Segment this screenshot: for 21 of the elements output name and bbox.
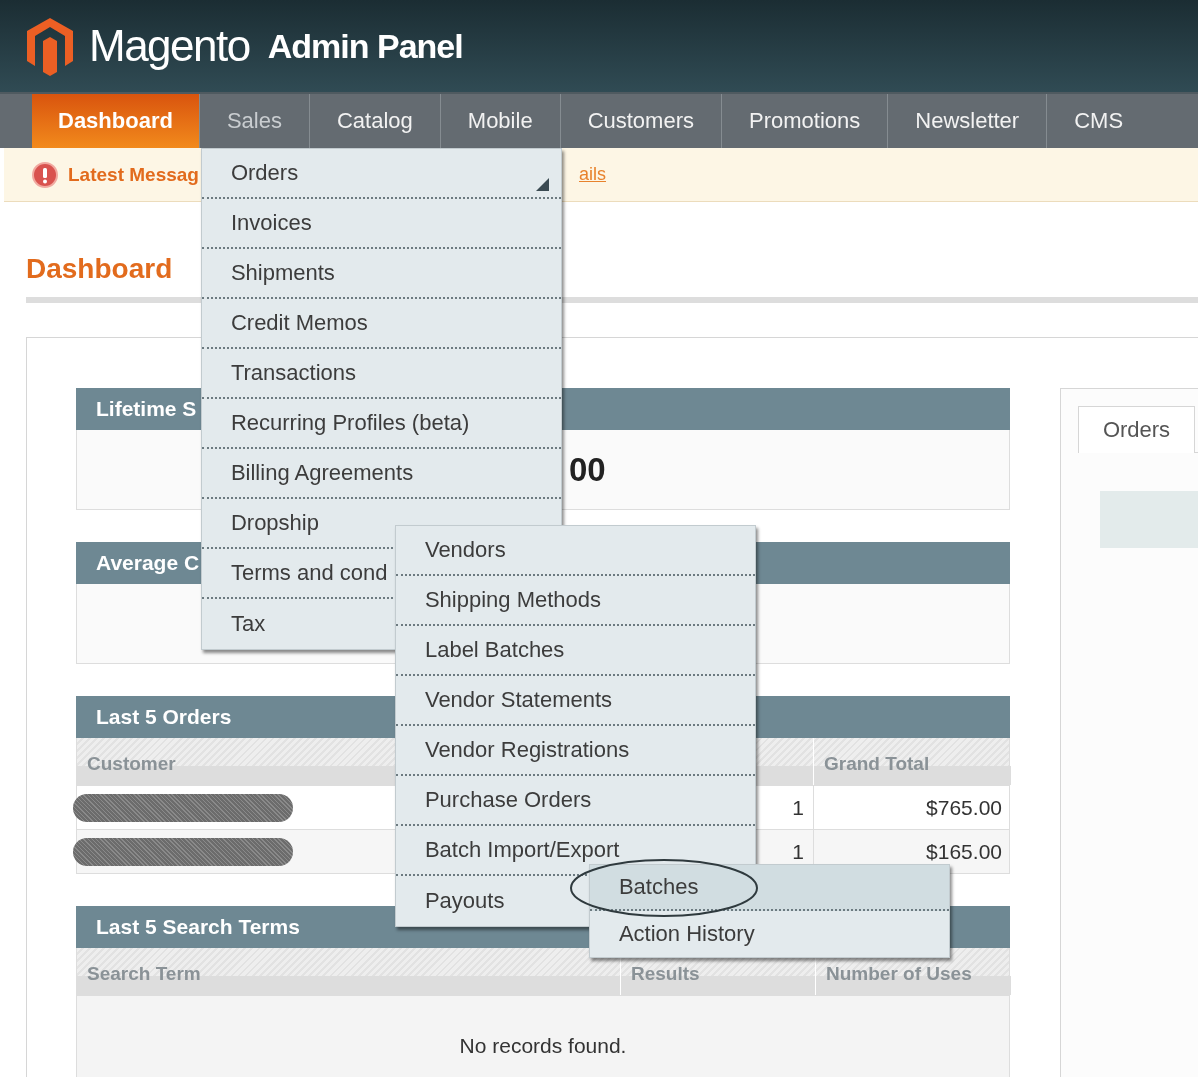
menu-item[interactable]: Shipments <box>201 249 561 299</box>
menu-item[interactable]: Label Batches <box>395 626 755 676</box>
empty-message: No records found. <box>459 1034 627 1058</box>
alert-icon <box>32 161 58 188</box>
message-label: Latest Messag <box>68 163 199 186</box>
menu-item[interactable]: Vendors <box>395 526 755 576</box>
header-title: Admin Panel <box>267 29 463 63</box>
brand-name: Magento <box>89 24 250 68</box>
menu-item[interactable]: Transactions <box>201 349 561 399</box>
menu-item[interactable]: Credit Memos <box>201 299 561 349</box>
nav-tab[interactable]: Mobile <box>439 94 560 148</box>
menu-item[interactable]: Invoices <box>201 199 561 249</box>
menu-item[interactable]: Shipping Methods <box>395 576 755 626</box>
table-cell: $765.00 <box>813 786 1011 829</box>
tab[interactable]: Orders <box>1078 406 1195 453</box>
stat-value: 00 <box>569 450 606 489</box>
menu-item[interactable]: Batches <box>589 865 949 911</box>
logo-icon <box>25 16 75 76</box>
nav-tab[interactable]: Catalog <box>308 94 440 148</box>
column-header: Grand Total <box>813 738 1011 785</box>
page-title: Dashboard <box>26 252 173 286</box>
